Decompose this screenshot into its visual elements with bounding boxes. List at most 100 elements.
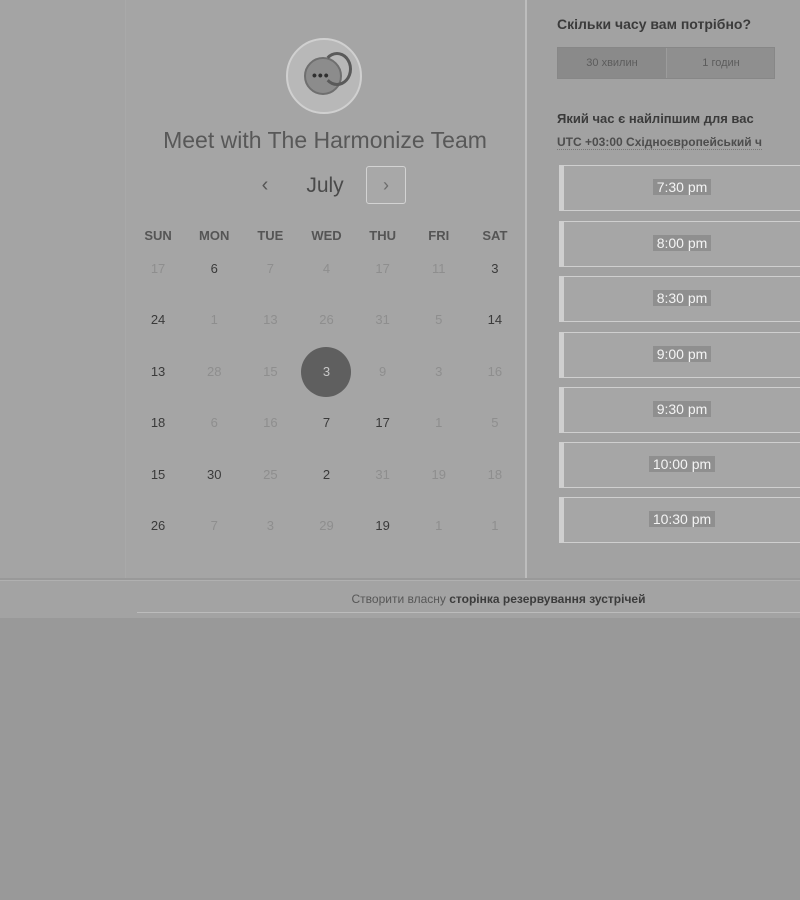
time-slot-button[interactable]: 9:30 pm [559, 387, 800, 433]
time-slot-button[interactable]: 10:00 pm [559, 442, 800, 488]
calendar-day: 5 [467, 398, 523, 448]
calendar-day-number: 3 [435, 363, 443, 379]
calendar-week-row: 17 6 7 4 17 11 3 [130, 243, 523, 295]
calendar-day: 28 [186, 347, 242, 397]
calendar-day: 15 [242, 347, 298, 397]
calendar-day-number: 16 [263, 415, 278, 431]
calendar-day: 1 [186, 295, 242, 345]
time-slot-label: 8:00 pm [652, 235, 712, 251]
calendar-day-number: 18 [487, 466, 503, 482]
calendar-day-number: 2 [322, 466, 331, 482]
logo-dots: ••• [312, 67, 330, 83]
timezone-selector[interactable]: UTC +03:00 Східноєвропейський ч [557, 135, 762, 150]
calendar-day-number: 18 [150, 415, 166, 431]
duration-question: Скільки часу вам потрібно? [557, 16, 752, 32]
calendar-day[interactable]: 30 [186, 450, 242, 500]
time-slot-button[interactable]: 9:00 pm [559, 332, 800, 378]
calendar-day: 1 [467, 501, 523, 551]
calendar-day[interactable]: 2 [298, 450, 354, 500]
calendar-day-number: 1 [435, 415, 443, 431]
calendar-day[interactable]: 14 [467, 295, 523, 345]
calendar-week-row: 13 28 15 3 9 3 16 [130, 346, 523, 398]
calendar-day-number: 26 [150, 518, 166, 534]
calendar-day: 9 [355, 347, 411, 397]
calendar-day: 3 [242, 501, 298, 551]
calendar-day: 6 [186, 398, 242, 448]
calendar-day-number: 11 [432, 260, 446, 276]
time-slot-button[interactable]: 7:30 pm [559, 165, 800, 211]
calendar-day[interactable]: 26 [130, 501, 186, 551]
time-slot-label: 10:30 pm [648, 511, 716, 527]
footer: Створити власну сторінка резервування зу… [137, 586, 800, 613]
calendar-day-number: 19 [431, 466, 446, 482]
time-slot-button[interactable]: 8:30 pm [559, 276, 800, 322]
duration-option-30min[interactable]: 30 хвилин [558, 48, 666, 78]
calendar-day: 16 [467, 347, 523, 397]
calendar-day: 29 [298, 501, 354, 551]
calendar-day: 11 [411, 244, 467, 294]
month-navigation: ‹ July › [125, 166, 525, 206]
calendar-day: 1 [411, 501, 467, 551]
calendar-day: 16 [242, 398, 298, 448]
calendar-day-number: 15 [263, 363, 278, 379]
calendar-grid: SUN MON TUE WED THU FRI SAT 17 6 7 4 17 11 3 24 1 13 26 3… [130, 228, 523, 552]
calendar-day-number: 3 [491, 260, 499, 276]
calendar-day: 26 [298, 295, 354, 345]
chat-bubble-logo-icon: ••• [286, 38, 362, 114]
calendar-day-number: 7 [210, 518, 218, 534]
calendar-day[interactable]: 19 [355, 501, 411, 551]
calendar-day-number: 6 [210, 260, 218, 276]
calendar-day-number: 3 [301, 346, 352, 397]
calendar-day-number: 29 [319, 518, 334, 534]
calendar-weeks: 17 6 7 4 17 11 3 24 1 13 26 31 5 14 13 28 15 3 9 3 16 18 6 16 7 1… [130, 243, 523, 552]
time-slot-label: 9:00 pm [652, 346, 712, 362]
time-question: Який час є найліпшим для вас [557, 111, 754, 126]
month-label: July [306, 174, 344, 197]
calendar-day[interactable]: 24 [130, 295, 186, 345]
calendar-day: 1 [411, 398, 467, 448]
calendar-day-number: 5 [491, 415, 499, 431]
calendar-day: 19 [411, 450, 467, 500]
calendar-day: 4 [298, 244, 354, 294]
calendar-day: 31 [355, 295, 411, 345]
calendar-day[interactable]: 3 [467, 244, 523, 294]
calendar-day-number: 1 [210, 312, 218, 328]
calendar-day-number: 17 [150, 260, 166, 276]
duration-selector: 30 хвилин 1 годин [557, 47, 775, 79]
calendar-day-number: 6 [210, 415, 218, 431]
calendar-day-number: 3 [266, 518, 274, 534]
calendar-day[interactable]: 17 [355, 398, 411, 448]
calendar-day[interactable]: 6 [186, 244, 242, 294]
calendar-day-number: 30 [206, 466, 222, 482]
time-slot-label: 9:30 pm [652, 401, 712, 417]
calendar-day: 7 [186, 501, 242, 551]
calendar-day: 31 [355, 450, 411, 500]
page-title: Meet with The Harmonize Team [163, 127, 487, 153]
time-slot-label: 7:30 pm [652, 179, 712, 195]
calendar-day: 25 [242, 450, 298, 500]
calendar-day[interactable]: 15 [130, 450, 186, 500]
calendar-day-number: 24 [150, 312, 166, 328]
calendar-day[interactable]: 18 [130, 398, 186, 448]
calendar-day-selected[interactable]: 3 [298, 346, 354, 397]
next-month-button[interactable]: › [366, 166, 406, 204]
calendar-week-row: 18 6 16 7 17 1 5 [130, 398, 523, 450]
calendar-day-number: 9 [379, 363, 387, 379]
calendar-day[interactable]: 7 [298, 398, 354, 448]
calendar-day-number: 13 [150, 363, 166, 379]
calendar-day-number: 17 [375, 415, 390, 431]
calendar-day-number: 7 [322, 415, 331, 431]
calendar-week-row: 24 1 13 26 31 5 14 [130, 295, 523, 347]
duration-option-1h[interactable]: 1 годин [666, 48, 775, 78]
calendar-day-number: 17 [375, 260, 390, 276]
calendar-day: 7 [242, 244, 298, 294]
calendar-day-number: 19 [375, 518, 390, 534]
time-slot-button[interactable]: 10:30 pm [559, 497, 800, 543]
time-slot-button[interactable]: 8:00 pm [559, 221, 800, 267]
create-booking-page-link[interactable]: Створити власну сторінка резервування зу… [352, 592, 646, 606]
calendar-day[interactable]: 13 [130, 347, 186, 397]
footer-prefix: Створити власну [351, 592, 446, 606]
calendar-day-number: 1 [435, 518, 443, 534]
calendar-day: 13 [242, 295, 298, 345]
calendar-day-number: 7 [266, 260, 274, 276]
